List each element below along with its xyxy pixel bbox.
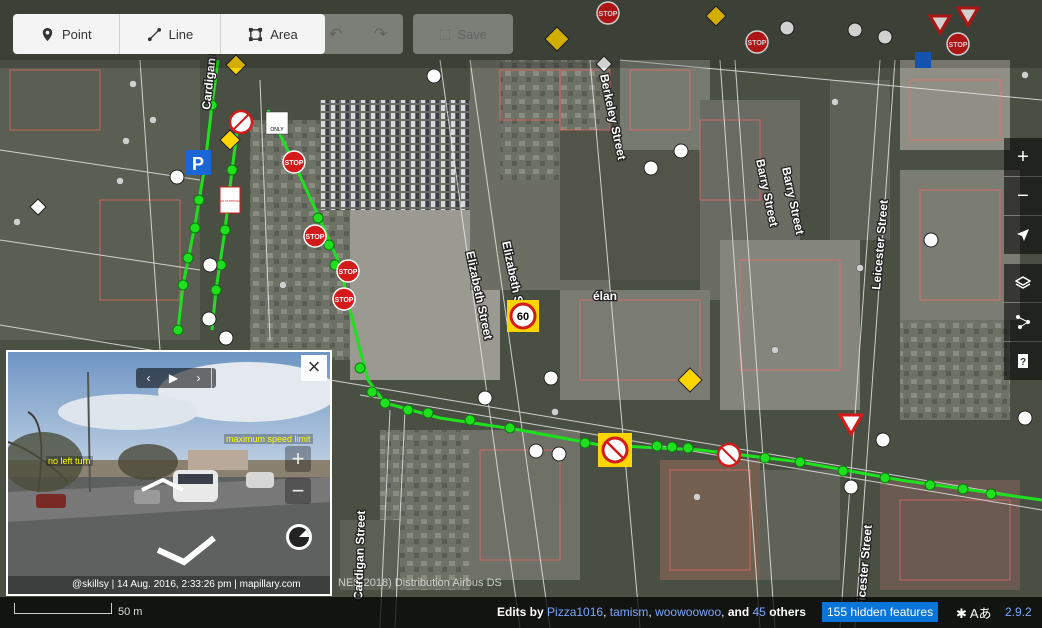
- geolocate-button[interactable]: [1004, 216, 1042, 254]
- viewer-zoom-in-button[interactable]: +: [285, 446, 311, 472]
- stop-sign-text: STOP: [335, 297, 354, 304]
- svg-text:?: ?: [1020, 357, 1026, 368]
- contributor-link[interactable]: Pizza1016: [547, 605, 603, 619]
- map-controls: + − ?: [1004, 138, 1042, 381]
- stop-sign-text: STOP: [339, 269, 358, 276]
- compass-icon[interactable]: [284, 522, 314, 552]
- comma-separator: ,: [603, 605, 610, 619]
- parking-sign-icon[interactable]: P: [186, 150, 211, 175]
- undo-icon: ↶: [328, 26, 343, 43]
- viewer-close-button[interactable]: ×: [301, 355, 327, 381]
- no-entry-sign-icon[interactable]: [598, 433, 632, 467]
- parking-sign-text: P: [192, 154, 204, 174]
- stop-sign-text: STOP: [285, 160, 304, 167]
- no-right-turn-sign-icon[interactable]: [228, 109, 254, 135]
- point-icon: [42, 27, 53, 41]
- undo-redo-group: ↶ ↷: [313, 14, 403, 54]
- viewer-prev-button[interactable]: ‹: [136, 368, 161, 388]
- add-area-button[interactable]: Area: [221, 14, 324, 54]
- zoom-out-label: −: [1017, 184, 1029, 207]
- add-point-label: Point: [62, 26, 92, 42]
- stop-sign-icon: STOP: [303, 224, 327, 248]
- viewer-nav-divider: [211, 368, 216, 388]
- mode-buttons: Point Line Area: [13, 14, 325, 54]
- viewer-play-button[interactable]: ▶: [161, 368, 186, 388]
- others-label: others: [769, 605, 806, 619]
- and-label: and: [727, 605, 750, 619]
- undo-button[interactable]: ↶: [313, 14, 358, 54]
- speed-limit-text: 60: [517, 311, 529, 323]
- detection-label-right: maximum speed limit: [224, 434, 313, 444]
- save-label: Save: [457, 26, 487, 42]
- street-photo-viewer[interactable]: × ‹ ▶ › + − no left turn maximum speed l…: [6, 350, 332, 596]
- translate-label[interactable]: Aあ: [970, 606, 992, 621]
- add-line-button[interactable]: Line: [120, 14, 222, 54]
- stop-sign-icon: STOP: [282, 150, 306, 174]
- detection-label-left: no left turn: [46, 456, 93, 466]
- help-icon: ?: [1018, 354, 1028, 368]
- stop-sign-icon: STOP: [332, 287, 356, 311]
- redo-button[interactable]: ↷: [358, 14, 403, 54]
- only-sign-icon[interactable]: ONLY: [265, 111, 289, 135]
- redo-icon: ↷: [373, 26, 388, 43]
- no-parking-sign-icon[interactable]: [716, 442, 742, 468]
- speed-limit-sign-icon[interactable]: 60: [507, 300, 539, 332]
- edits-by-label: Edits by: [497, 605, 544, 619]
- viewer-next-button[interactable]: ›: [186, 368, 211, 388]
- viewer-nav: ‹ ▶ ›: [136, 368, 216, 388]
- zoom-in-button[interactable]: +: [1004, 138, 1042, 176]
- locate-icon: [1017, 229, 1029, 241]
- add-line-label: Line: [168, 26, 194, 42]
- map-data-icon: [1016, 315, 1030, 329]
- viewer-zoom-out-button[interactable]: −: [285, 478, 311, 504]
- add-point-button[interactable]: Point: [13, 14, 120, 54]
- footer-icons: ✱ Aあ: [956, 603, 991, 622]
- no-stopping-sign-icon[interactable]: NO STOPPING: [219, 186, 241, 214]
- scale-bar[interactable]: [14, 603, 112, 614]
- footer-bar: 50 m Edits by Pizza1016, tamism, woowoow…: [0, 597, 1042, 628]
- zoom-in-label: +: [1017, 145, 1029, 168]
- line-icon: [147, 27, 161, 41]
- photo-attribution-text[interactable]: @skillsy | 14 Aug. 2016, 2:33:26 pm | ma…: [8, 579, 301, 590]
- background-layers-button[interactable]: [1004, 264, 1042, 302]
- add-area-label: Area: [270, 26, 298, 42]
- version-link[interactable]: 2.9.2: [1005, 605, 1032, 619]
- stop-sign-text: STOP: [306, 234, 325, 241]
- street-photo[interactable]: [8, 352, 330, 594]
- map-data-button[interactable]: [1004, 303, 1042, 341]
- close-icon: ×: [307, 354, 321, 379]
- viewer-attribution: @skillsy | 14 Aug. 2016, 2:33:26 pm | ma…: [8, 576, 330, 594]
- stop-sign-icon: STOP: [336, 259, 360, 283]
- area-icon: [249, 27, 263, 41]
- contributor-link[interactable]: woowoowoo: [655, 605, 721, 619]
- imagery-attribution: NES 2018) Distribution Airbus DS: [338, 577, 502, 589]
- save-icon: ⬚: [439, 26, 452, 41]
- zoom-out-button[interactable]: −: [1004, 177, 1042, 215]
- hidden-features-badge[interactable]: 155 hidden features: [822, 602, 939, 622]
- scale-label: 50 m: [118, 606, 143, 618]
- comma-separator: ,: [721, 605, 728, 619]
- no-stopping-text: NO STOPPING: [220, 199, 241, 203]
- viewer-zoom: + −: [285, 446, 311, 510]
- only-sign-text: ONLY: [270, 127, 284, 133]
- help-button[interactable]: ?: [1004, 342, 1042, 380]
- contributor-link[interactable]: tamism: [610, 605, 649, 619]
- layers-icon: [1015, 276, 1031, 289]
- contributors-info: Edits by Pizza1016, tamism, woowoowoo, a…: [497, 605, 806, 619]
- bug-icon[interactable]: ✱: [956, 606, 967, 621]
- save-button[interactable]: ⬚ Save: [413, 14, 513, 54]
- others-count-link[interactable]: 45: [753, 605, 766, 619]
- place-label: élan: [593, 289, 617, 303]
- top-toolbar: Point Line Area ↶ ↷ ⬚ Save: [0, 0, 1042, 68]
